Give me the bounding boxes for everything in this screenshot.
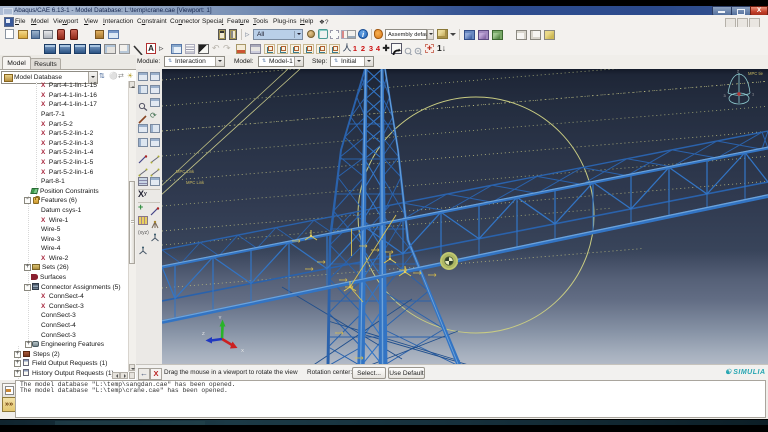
- svg-text:MPC tie: MPC tie: [748, 71, 764, 76]
- svg-text:1: 1: [752, 93, 754, 97]
- svg-text:Z: Z: [202, 331, 205, 336]
- svg-text:MPC Link: MPC Link: [186, 180, 205, 185]
- svg-text:Y: Y: [219, 315, 222, 320]
- svg-text:2: 2: [737, 70, 739, 74]
- svg-text:X: X: [241, 348, 244, 353]
- svg-text:MPC Link: MPC Link: [176, 169, 195, 174]
- svg-text:3: 3: [724, 94, 726, 98]
